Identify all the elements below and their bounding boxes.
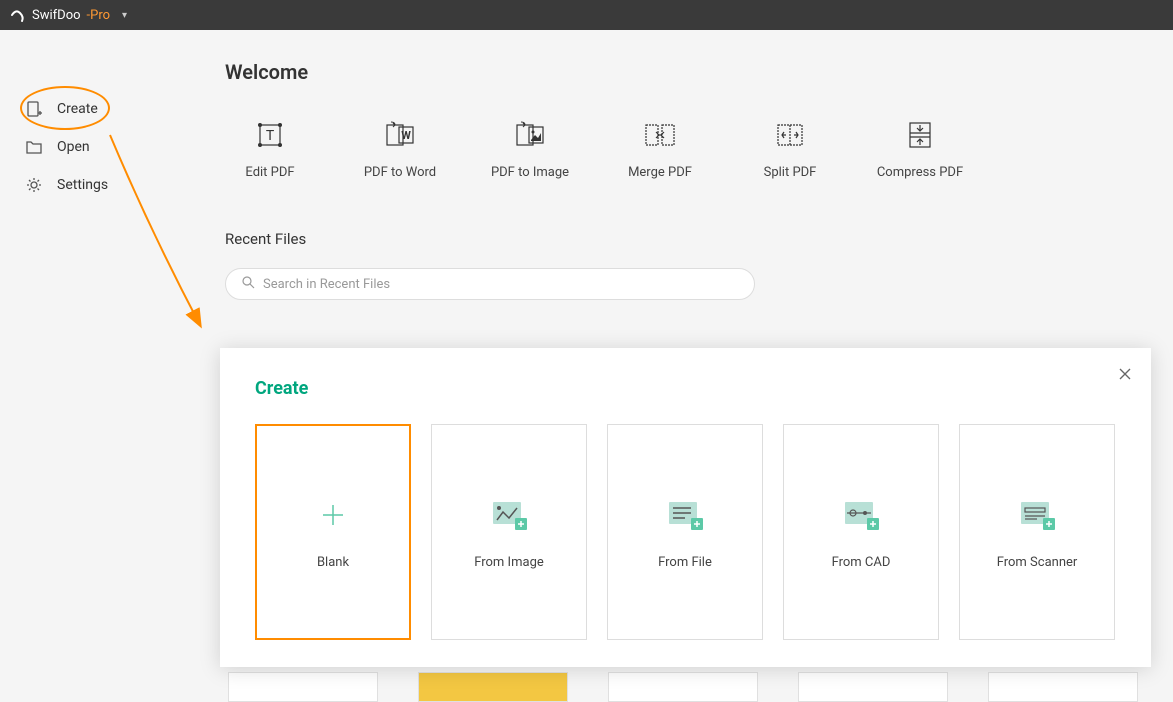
sidebar-item-settings[interactable]: Settings	[25, 166, 220, 204]
sidebar-item-create[interactable]: Create	[25, 90, 220, 128]
tool-label: Compress PDF	[877, 165, 963, 180]
sidebar-item-open[interactable]: Open	[25, 128, 220, 166]
tool-split-pdf[interactable]: Split PDF	[745, 119, 835, 180]
app-name: SwifDoo	[32, 8, 81, 23]
create-tile-label: From Image	[474, 555, 544, 570]
create-blank[interactable]: Blank	[255, 424, 411, 640]
swifdoo-logo-icon	[10, 7, 26, 23]
create-modal: Create Blank	[220, 348, 1151, 667]
tool-merge-pdf[interactable]: Merge PDF	[615, 119, 705, 180]
tool-label: PDF to Word	[364, 165, 436, 180]
search-recent-input[interactable]: Search in Recent Files	[225, 268, 755, 300]
tool-compress-pdf[interactable]: Compress PDF	[875, 119, 965, 180]
sidebar-item-label: Create	[57, 101, 98, 117]
app-logo[interactable]: SwifDoo -Pro ▾	[10, 7, 127, 23]
close-button[interactable]	[1117, 366, 1133, 382]
create-from-image[interactable]: From Image	[431, 424, 587, 640]
merge-pdf-icon	[644, 119, 676, 151]
search-icon	[242, 276, 255, 293]
tool-label: PDF to Image	[491, 165, 569, 180]
create-from-scanner[interactable]: From Scanner	[959, 424, 1115, 640]
file-thumbnail[interactable]	[418, 672, 568, 702]
create-from-file[interactable]: From File	[607, 424, 763, 640]
open-folder-icon	[25, 138, 43, 156]
sidebar-item-label: Open	[57, 139, 90, 155]
tool-pdf-image[interactable]: PDF to Image	[485, 119, 575, 180]
create-from-cad[interactable]: From CAD	[783, 424, 939, 640]
tool-label: Edit PDF	[245, 165, 294, 180]
recent-thumbnails	[228, 672, 1138, 702]
svg-text:W: W	[401, 129, 411, 142]
tool-edit-pdf[interactable]: T Edit PDF	[225, 119, 315, 180]
create-tile-label: Blank	[317, 555, 349, 570]
create-tile-label: From CAD	[832, 555, 891, 570]
svg-text:T: T	[266, 128, 275, 144]
create-tile-label: From File	[658, 555, 712, 570]
recent-files-title: Recent Files	[225, 230, 1173, 248]
tool-label: Merge PDF	[628, 165, 692, 180]
plus-icon	[313, 495, 353, 535]
tool-pdf-word[interactable]: W PDF to Word	[355, 119, 445, 180]
pdf-image-icon	[514, 119, 546, 151]
search-placeholder: Search in Recent Files	[263, 277, 390, 292]
titlebar: SwifDoo -Pro ▾	[0, 0, 1173, 30]
file-thumbnail[interactable]	[608, 672, 758, 702]
from-file-icon	[665, 495, 705, 535]
compress-pdf-icon	[904, 119, 936, 151]
modal-title: Create	[255, 378, 1116, 399]
from-image-icon	[489, 495, 529, 535]
chevron-down-icon[interactable]: ▾	[122, 10, 127, 21]
sidebar-item-label: Settings	[57, 177, 108, 193]
pdf-word-icon: W	[384, 119, 416, 151]
file-thumbnail[interactable]	[798, 672, 948, 702]
welcome-title: Welcome	[225, 60, 1173, 84]
split-pdf-icon	[774, 119, 806, 151]
create-doc-icon	[25, 100, 43, 118]
from-scanner-icon	[1017, 495, 1057, 535]
gear-icon	[25, 176, 43, 194]
file-thumbnail[interactable]	[988, 672, 1138, 702]
file-thumbnail[interactable]	[228, 672, 378, 702]
edit-pdf-icon: T	[254, 119, 286, 151]
from-cad-icon	[841, 495, 881, 535]
tool-label: Split PDF	[764, 165, 817, 180]
create-options: Blank From Image	[255, 424, 1116, 640]
app-suffix: -Pro	[87, 8, 111, 23]
tools-row: T Edit PDF W PDF to Word	[225, 119, 1173, 180]
sidebar: Create Open Settings	[0, 30, 220, 702]
create-tile-label: From Scanner	[997, 555, 1078, 570]
